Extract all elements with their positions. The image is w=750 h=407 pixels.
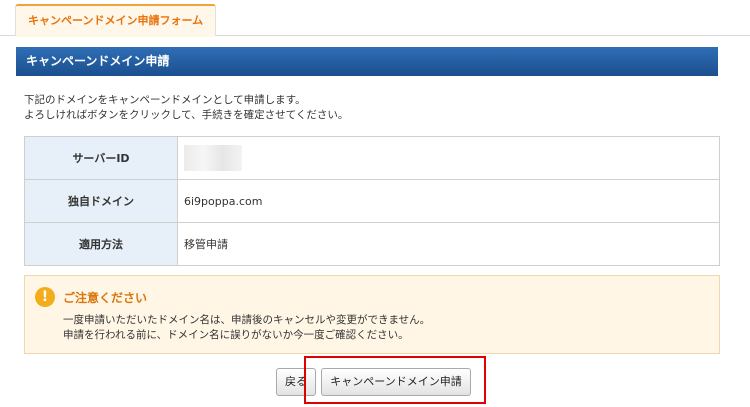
notice-line-1: 一度申請いただいたドメイン名は、申請後のキャンセルや変更ができません。 bbox=[63, 314, 431, 326]
section-header: キャンペーンドメイン申請 bbox=[16, 47, 718, 76]
tab-bar: キャンペーンドメイン申請フォーム bbox=[0, 0, 750, 37]
intro-text: 下記のドメインをキャンペーンドメインとして申請します。 よろしければボタンをクリ… bbox=[24, 93, 348, 123]
table-row: 適用方法 移管申請 bbox=[24, 222, 720, 266]
table-row: 独自ドメイン 6i9poppa.com bbox=[24, 179, 720, 223]
notice-title: ご注意ください bbox=[63, 291, 148, 305]
exclamation-icon: ! bbox=[35, 287, 55, 307]
notice-box: ! ご注意ください 一度申請いただいたドメイン名は、申請後のキャンセルや変更がで… bbox=[24, 275, 720, 354]
highlight-box bbox=[304, 356, 486, 404]
notice-text: 一度申請いただいたドメイン名は、申請後のキャンセルや変更ができません。 申請を行… bbox=[63, 313, 430, 343]
redacted-server-id bbox=[184, 145, 242, 171]
domain-label: 独自ドメイン bbox=[24, 179, 178, 223]
notice-line-2: 申請を行われる前に、ドメイン名に誤りがないか今一度ご確認ください。 bbox=[63, 329, 409, 341]
domain-info-table: サーバーID 独自ドメイン 6i9poppa.com 適用方法 移管申請 bbox=[24, 136, 720, 266]
server-id-value bbox=[177, 136, 720, 180]
intro-line-1: 下記のドメインをキャンペーンドメインとして申請します。 bbox=[24, 94, 306, 106]
apply-method-value: 移管申請 bbox=[177, 222, 720, 266]
apply-method-label: 適用方法 bbox=[24, 222, 178, 266]
intro-line-2: よろしければボタンをクリックして、手続きを確定させてください。 bbox=[24, 109, 349, 121]
server-id-label: サーバーID bbox=[24, 136, 178, 180]
table-row: サーバーID bbox=[24, 136, 720, 180]
tab-campaign-domain-form[interactable]: キャンペーンドメイン申請フォーム bbox=[15, 4, 217, 37]
domain-value: 6i9poppa.com bbox=[177, 179, 720, 223]
